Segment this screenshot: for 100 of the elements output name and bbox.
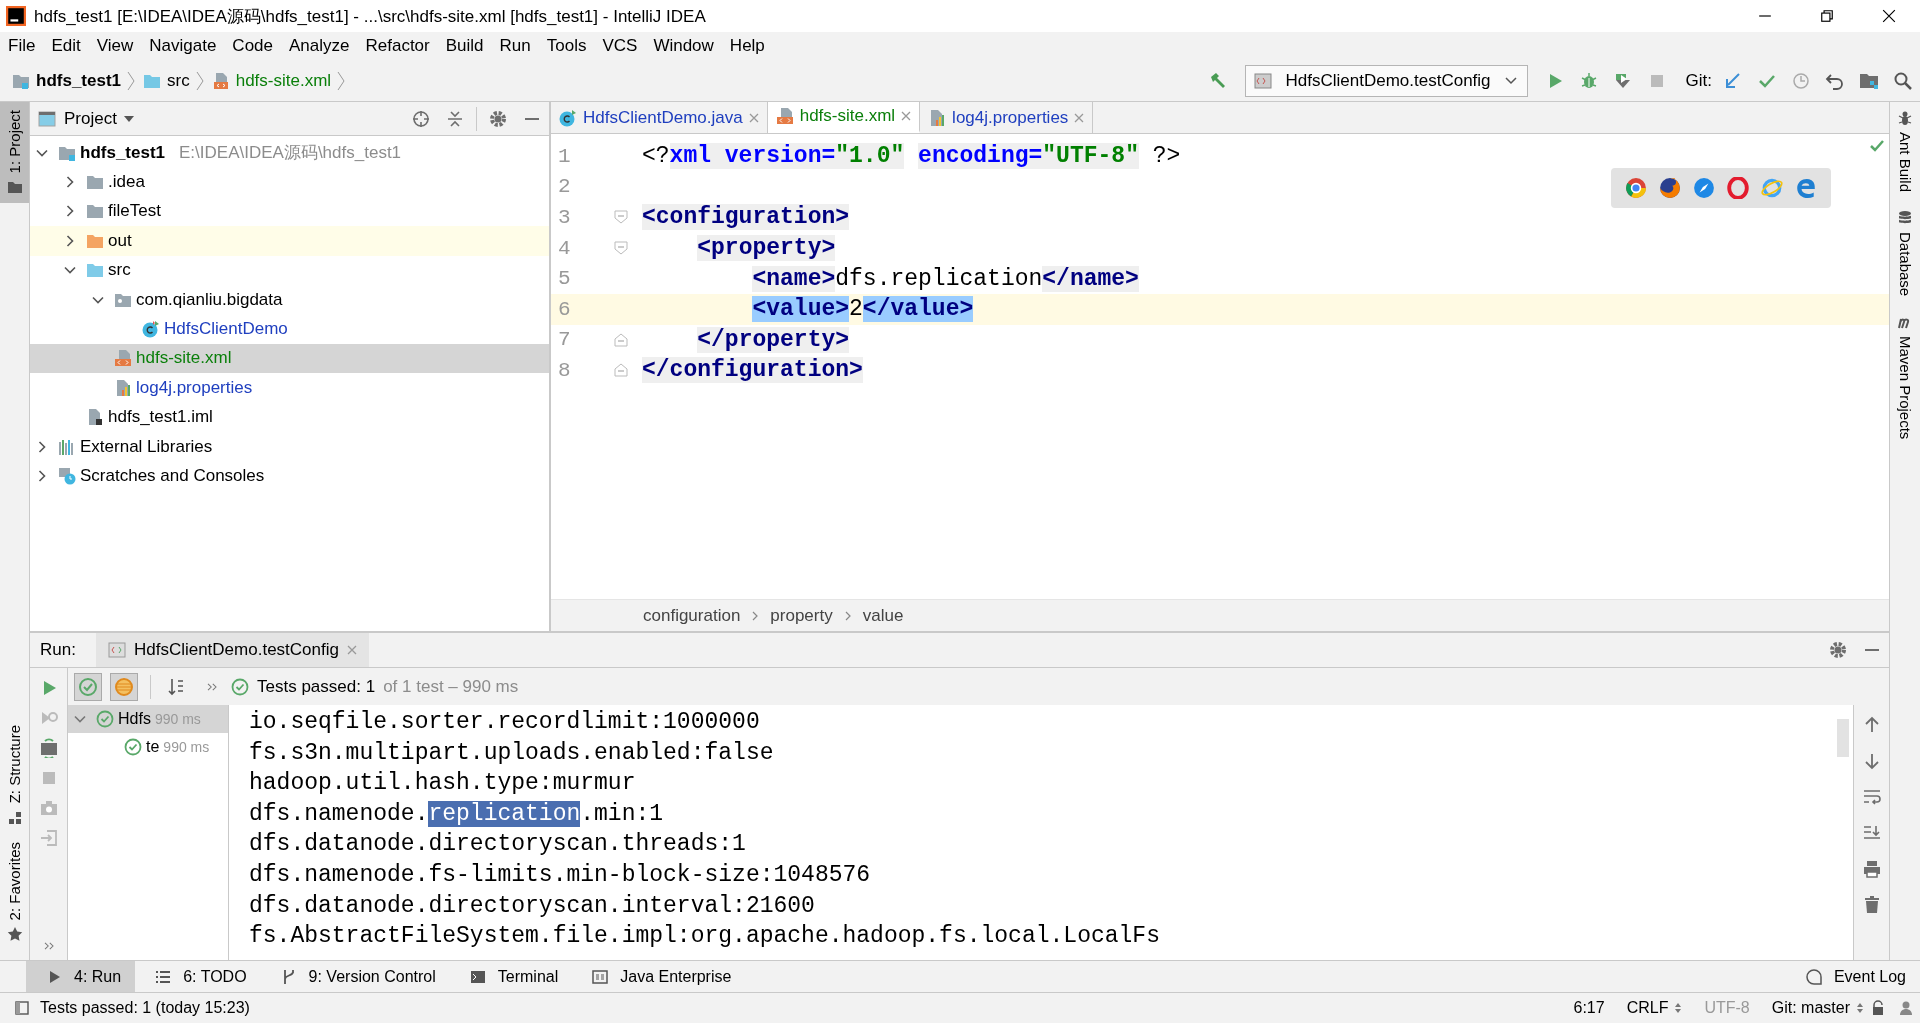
fold-marker-icon[interactable] bbox=[614, 332, 628, 347]
tool-window-button[interactable]: Database bbox=[1896, 202, 1914, 307]
menu-item[interactable]: Run bbox=[491, 36, 539, 56]
file-icon bbox=[86, 408, 104, 427]
print-icon[interactable] bbox=[1861, 859, 1882, 879]
tool-window-tab[interactable]: Terminal bbox=[449, 961, 573, 992]
console-line: fs.s3n.multipart.uploads.enabled:false bbox=[249, 738, 774, 768]
soft-wrap-icon[interactable] bbox=[1861, 787, 1882, 807]
tool-window-button[interactable]: Maven Projects bbox=[1896, 306, 1914, 450]
settings-icon[interactable] bbox=[1828, 640, 1848, 660]
fold-marker-icon[interactable] bbox=[614, 241, 628, 256]
tool-window-tab[interactable]: 4: Run bbox=[26, 961, 136, 992]
tree-row[interactable]: hdfs_test1.iml bbox=[30, 402, 549, 432]
menu-item[interactable]: Help bbox=[721, 36, 773, 56]
tree-row[interactable]: External Libraries bbox=[30, 431, 549, 462]
menu-item[interactable]: Edit bbox=[43, 36, 89, 56]
breadcrumb-item[interactable]: configuration bbox=[643, 605, 741, 626]
project-view-icon bbox=[38, 109, 56, 128]
test-name: Hdfs bbox=[118, 710, 151, 728]
menu-item[interactable]: Window bbox=[645, 36, 722, 56]
close-icon[interactable] bbox=[901, 111, 912, 121]
tree-label: Scratches and Consoles bbox=[80, 466, 265, 486]
panel-toggle-icon[interactable] bbox=[14, 1000, 30, 1016]
console-line: dfs.datanode.directoryscan.threads:1 bbox=[249, 830, 746, 860]
tool-window-tab[interactable]: 9: Version Control bbox=[260, 961, 450, 992]
tree-row[interactable]: fileTest bbox=[30, 196, 549, 227]
menu-item[interactable]: Tools bbox=[538, 36, 595, 56]
tree-row[interactable]: HdfsClientDemo bbox=[30, 314, 549, 344]
scrollbar-thumb[interactable] bbox=[1837, 719, 1849, 757]
locate-icon[interactable] bbox=[411, 108, 431, 129]
browser-icon[interactable] bbox=[1693, 177, 1715, 199]
code-line: <?xml version="1.0" encoding="UTF-8" ?> bbox=[642, 142, 1182, 172]
lock-icon[interactable] bbox=[1870, 1000, 1886, 1016]
test-row[interactable]: Hdfs 990 ms bbox=[68, 705, 228, 733]
sort-icon[interactable] bbox=[166, 676, 186, 697]
close-icon[interactable] bbox=[346, 645, 357, 655]
tool-window-button[interactable]: 2: Favorites bbox=[0, 833, 29, 950]
menu-item[interactable]: Refactor bbox=[357, 36, 438, 56]
clock-icon[interactable] bbox=[1791, 70, 1811, 91]
editor-tab[interactable]: hdfs-site.xml bbox=[767, 102, 921, 133]
tool-window-button[interactable]: 1: Project bbox=[0, 102, 29, 204]
breadcrumb-item[interactable]: src bbox=[167, 70, 190, 91]
editor-tab[interactable]: log4j.properties bbox=[920, 102, 1094, 133]
dropdown-caret-icon[interactable] bbox=[122, 114, 135, 123]
fold-marker-icon[interactable] bbox=[614, 210, 628, 225]
browser-icon[interactable] bbox=[1727, 177, 1749, 199]
tool-window-tab[interactable]: Java Enterprise bbox=[572, 961, 746, 992]
editor-tab[interactable]: HdfsClientDemo.java bbox=[551, 102, 768, 133]
tree-row[interactable]: .idea bbox=[30, 167, 549, 197]
tree-row[interactable]: out bbox=[30, 226, 549, 256]
close-icon[interactable] bbox=[748, 112, 759, 123]
breadcrumb-item[interactable]: property bbox=[770, 605, 833, 626]
line-number: 1 bbox=[557, 144, 572, 168]
run-config-dropdown[interactable]: HdfsClientDemo.testConfig bbox=[1244, 64, 1528, 97]
console-line: dfs.namenode.replication.min:1 bbox=[249, 799, 664, 829]
git-branch[interactable]: Git: master bbox=[1771, 999, 1850, 1017]
tree-row[interactable]: src bbox=[30, 255, 549, 285]
menu-item[interactable]: Code bbox=[224, 36, 281, 56]
tool-window-button[interactable]: Z: Structure bbox=[0, 717, 29, 834]
tree-row[interactable]: log4j.properties bbox=[30, 373, 549, 403]
collapse-all-icon[interactable] bbox=[445, 108, 465, 129]
chevron-icon bbox=[752, 610, 759, 621]
camera-icon[interactable] bbox=[38, 798, 59, 818]
person-icon[interactable] bbox=[1898, 1000, 1914, 1016]
console-line: io.seqfile.sorter.recordlimit:1000000 bbox=[249, 708, 760, 737]
tree-row[interactable]: hdfs-site.xml bbox=[30, 343, 549, 374]
test-row[interactable]: te 990 ms bbox=[68, 733, 228, 761]
caret-icon bbox=[1504, 76, 1517, 85]
breadcrumb-item[interactable]: value bbox=[862, 605, 904, 626]
settings-icon[interactable] bbox=[488, 108, 508, 129]
properties-file-icon bbox=[928, 108, 947, 127]
breadcrumb-item[interactable]: hdfs_test1 bbox=[36, 70, 122, 91]
caret-position[interactable]: 6:17 bbox=[1573, 999, 1605, 1017]
tool-window-button[interactable]: Ant Build bbox=[1896, 102, 1914, 203]
browser-icon[interactable] bbox=[1795, 177, 1817, 199]
search-icon[interactable] bbox=[1893, 70, 1913, 91]
menu-item[interactable]: Navigate bbox=[141, 36, 225, 56]
menu-item[interactable]: Analyze bbox=[281, 36, 358, 56]
fold-marker-icon[interactable] bbox=[614, 363, 628, 378]
event-log-button[interactable]: Event Log bbox=[1785, 961, 1920, 992]
tree-label: hdfs-site.xml bbox=[136, 348, 232, 369]
close-icon[interactable] bbox=[1074, 112, 1085, 123]
menu-item[interactable]: Build bbox=[437, 36, 492, 56]
tool-window-tab[interactable]: 6: TODO bbox=[135, 961, 261, 992]
run-tab[interactable]: HdfsClientDemo.testConfig bbox=[95, 633, 369, 667]
libraries-icon bbox=[58, 437, 76, 456]
browser-icon[interactable] bbox=[1625, 177, 1647, 199]
breadcrumb-item[interactable]: hdfs-site.xml bbox=[235, 70, 332, 91]
passed-icon bbox=[231, 677, 249, 696]
menu-item[interactable]: File bbox=[0, 36, 44, 56]
tree-row[interactable]: hdfs_test1 E:\IDEA\IDEA源码\hdfs_test1 bbox=[30, 138, 549, 168]
line-separator[interactable]: CRLF bbox=[1626, 999, 1669, 1017]
panel-title[interactable]: Project bbox=[64, 108, 117, 129]
chevron-icon bbox=[337, 69, 346, 92]
tree-row[interactable]: com.qianliu.bigdata bbox=[30, 284, 549, 315]
menu-item[interactable]: VCS bbox=[594, 36, 646, 56]
update-arrow-icon[interactable] bbox=[1723, 70, 1743, 91]
menu-item[interactable]: View bbox=[88, 36, 142, 56]
browser-icon[interactable] bbox=[1659, 177, 1681, 199]
tree-row[interactable]: Scratches and Consoles bbox=[30, 461, 549, 491]
